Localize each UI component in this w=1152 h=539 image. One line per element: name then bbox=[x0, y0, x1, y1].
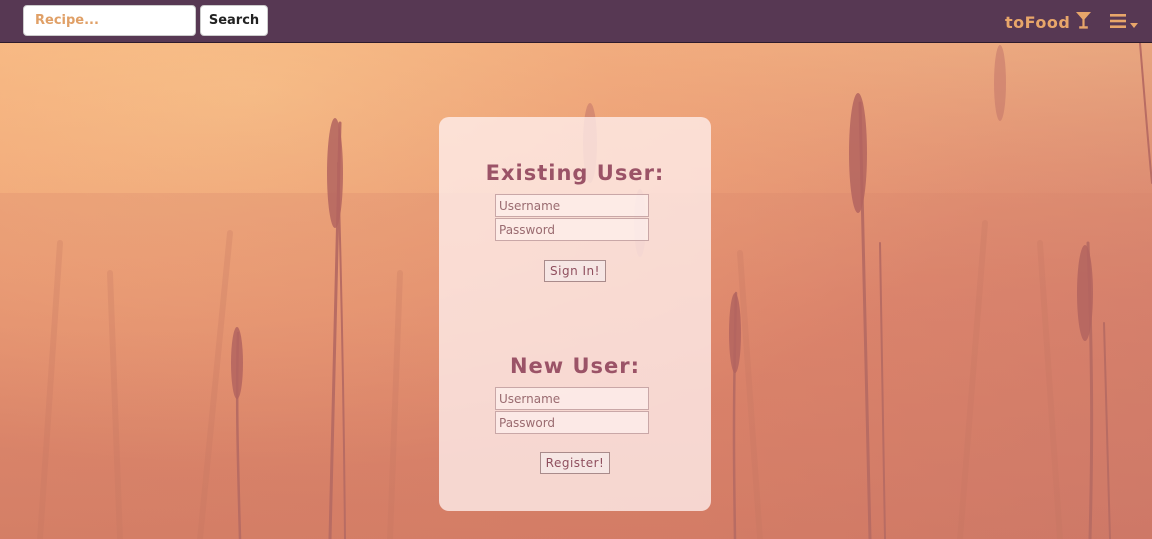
existing-user-heading: Existing User: bbox=[485, 161, 665, 185]
cocktail-glass-icon bbox=[1076, 11, 1092, 33]
recipe-search-input[interactable] bbox=[23, 5, 196, 36]
register-username-field[interactable] bbox=[495, 387, 649, 410]
signin-username-field[interactable] bbox=[495, 194, 649, 217]
register-password-field[interactable] bbox=[495, 411, 649, 434]
auth-card: Existing User: Sign In! New User: Regist… bbox=[439, 117, 711, 511]
sign-in-button[interactable]: Sign In! bbox=[544, 260, 606, 282]
caret-down-icon bbox=[1130, 13, 1138, 32]
search-button[interactable]: Search bbox=[200, 5, 268, 36]
signin-password-field[interactable] bbox=[495, 218, 649, 241]
new-user-heading: New User: bbox=[509, 354, 641, 378]
hamburger-menu-icon bbox=[1110, 13, 1126, 32]
menu-toggle-button[interactable] bbox=[1110, 13, 1142, 31]
register-button[interactable]: Register! bbox=[540, 452, 610, 474]
top-navbar: Search toFood bbox=[0, 0, 1152, 43]
brand-name: toFood bbox=[1005, 12, 1071, 32]
brand-link[interactable]: toFood bbox=[1005, 11, 1092, 33]
